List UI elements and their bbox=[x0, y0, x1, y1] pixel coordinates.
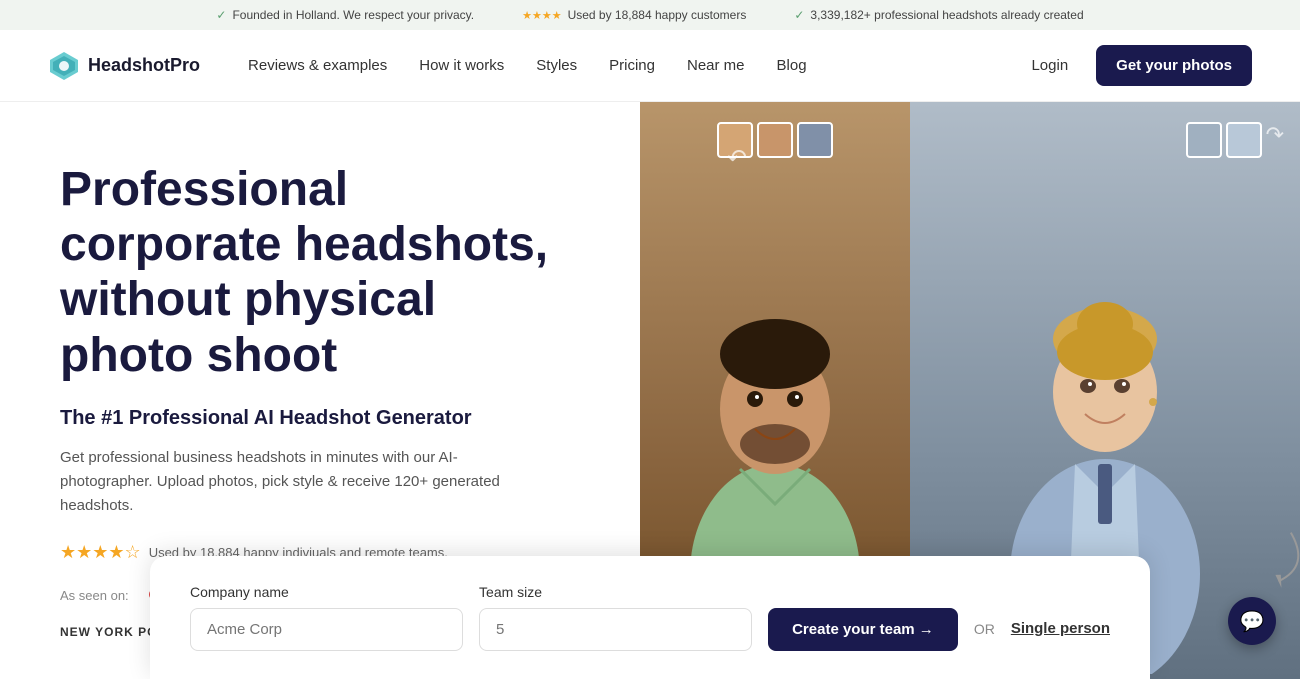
hero-section: Professional corporate headshots, withou… bbox=[0, 102, 1300, 679]
login-button[interactable]: Login bbox=[1019, 49, 1080, 82]
thumb-2 bbox=[757, 122, 793, 158]
nav-styles[interactable]: Styles bbox=[536, 57, 577, 74]
stars-icon-banner: ★★★★ bbox=[522, 9, 561, 22]
chat-icon: 💬 bbox=[1240, 609, 1265, 634]
thumb-5 bbox=[1226, 122, 1262, 158]
nav-pricing[interactable]: Pricing bbox=[609, 57, 655, 74]
logo-icon bbox=[48, 50, 80, 82]
create-team-button[interactable]: Create your team → bbox=[768, 608, 958, 651]
check-icon-1: ✓ bbox=[216, 8, 226, 22]
banner-item-2: ★★★★ Used by 18,884 happy customers bbox=[522, 8, 746, 22]
thumb-4 bbox=[1186, 122, 1222, 158]
hero-title: Professional corporate headshots, withou… bbox=[60, 162, 580, 383]
rating-stars: ★★★★☆ bbox=[60, 542, 141, 563]
banner-item-3: ✓ 3,339,182+ professional headshots alre… bbox=[794, 8, 1083, 22]
company-field: Company name bbox=[190, 584, 463, 651]
header-actions: Login Get your photos bbox=[1019, 45, 1252, 86]
company-input[interactable] bbox=[190, 608, 463, 651]
logo-text: HeadshotPro bbox=[88, 55, 200, 76]
arrow-left: ↶ bbox=[727, 144, 747, 173]
thumbnails-female: ↷ bbox=[1186, 122, 1284, 158]
or-divider: OR bbox=[974, 621, 995, 651]
nav-blog[interactable]: Blog bbox=[777, 57, 807, 74]
nav-near-me[interactable]: Near me bbox=[687, 57, 745, 74]
nav: Reviews & examples How it works Styles P… bbox=[248, 57, 1019, 74]
nav-reviews[interactable]: Reviews & examples bbox=[248, 57, 387, 74]
chat-bubble[interactable]: 💬 bbox=[1228, 597, 1276, 645]
nav-how-it-works[interactable]: How it works bbox=[419, 57, 504, 74]
header: HeadshotPro Reviews & examples How it wo… bbox=[0, 30, 1300, 102]
check-icon-2: ✓ bbox=[794, 8, 804, 22]
team-input[interactable] bbox=[479, 608, 752, 651]
company-label: Company name bbox=[190, 584, 463, 600]
single-person-button[interactable]: Single person bbox=[1011, 620, 1110, 651]
team-field: Team size bbox=[479, 584, 752, 651]
get-photos-button[interactable]: Get your photos bbox=[1096, 45, 1252, 86]
form-panel: Company name Team size Create your team … bbox=[150, 556, 1150, 679]
hero-subtitle: The #1 Professional AI Headshot Generato… bbox=[60, 407, 580, 430]
logo[interactable]: HeadshotPro bbox=[48, 50, 200, 82]
thumb-3 bbox=[797, 122, 833, 158]
team-label: Team size bbox=[479, 584, 752, 600]
arrow-right: ↷ bbox=[1266, 122, 1284, 158]
banner-item-1: ✓ Founded in Holland. We respect your pr… bbox=[216, 8, 474, 22]
hero-description: Get professional business headshots in m… bbox=[60, 446, 540, 518]
top-banner: ✓ Founded in Holland. We respect your pr… bbox=[0, 0, 1300, 30]
thumbnails-male: ↶ bbox=[717, 122, 833, 158]
as-seen-label: As seen on: bbox=[60, 588, 129, 603]
